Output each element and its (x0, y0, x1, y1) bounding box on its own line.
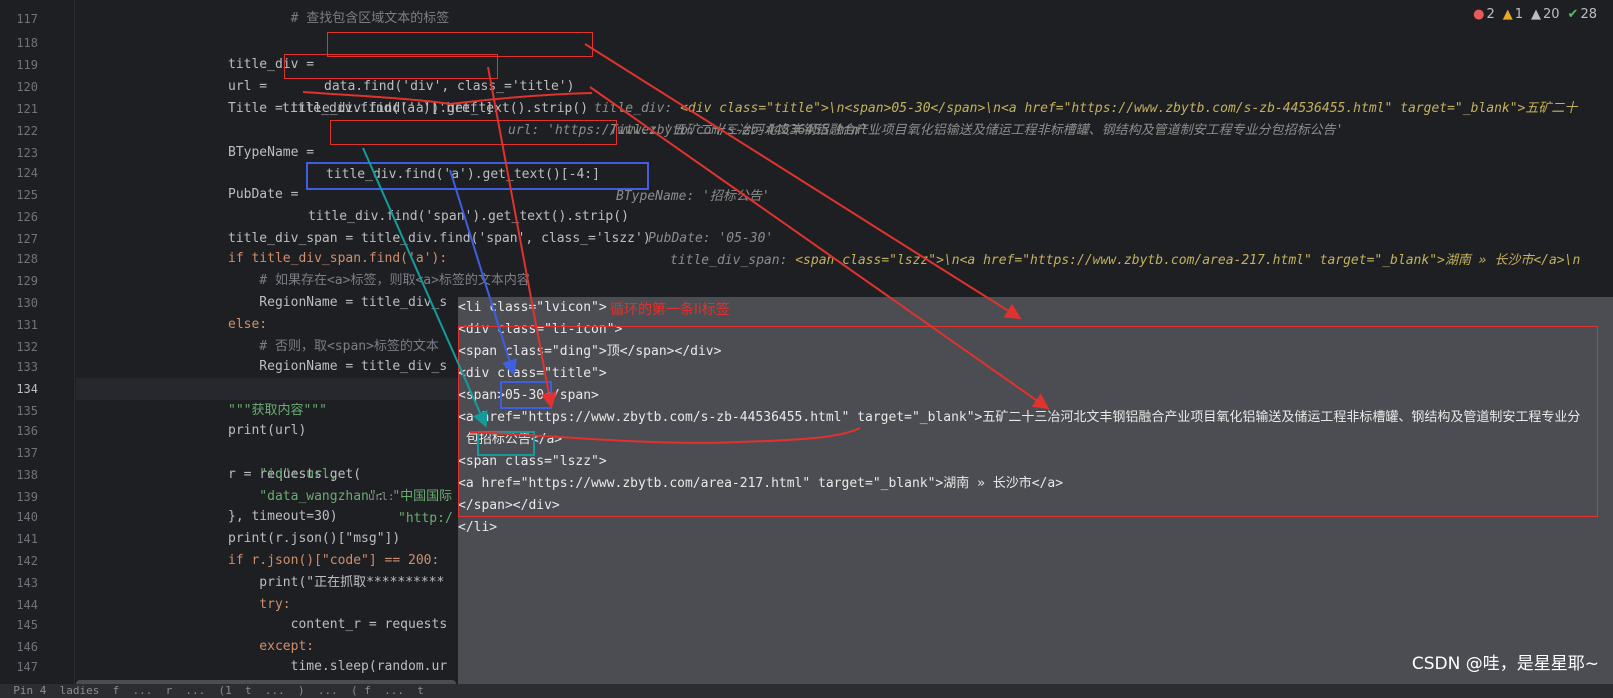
line-number: 124 (16, 166, 38, 180)
line-number: 139 (16, 490, 38, 504)
line-number: 132 (16, 340, 38, 354)
code-line: if title_div_span.find('a'): (228, 251, 448, 266)
line-number: 122 (16, 124, 38, 138)
line-number: 121 (16, 102, 38, 116)
line-number: 126 (16, 210, 38, 224)
line-number: 118 (16, 36, 38, 50)
line-number: 137 (16, 446, 38, 460)
line-number: 123 (16, 146, 38, 160)
gutter-divider (74, 0, 75, 684)
annotation-label: 循环的第一条li标签 (610, 302, 730, 318)
line-number: 133 (16, 360, 38, 374)
line-number: 120 (16, 80, 38, 94)
highlight-box-btype-text (477, 431, 535, 456)
code-line: title_div = data.find('div', class_='tit… (228, 57, 1578, 116)
line-number: 140 (16, 510, 38, 524)
status-bar: Pin 4 ladies f ... r ... (1 t ... ) ... … (0, 684, 1613, 698)
line-number: 117 (16, 12, 38, 26)
line-number: 144 (16, 598, 38, 612)
line-number: 129 (16, 274, 38, 288)
line-number: 119 (16, 58, 38, 72)
line-number: 146 (16, 640, 38, 654)
line-number: 141 (16, 532, 38, 546)
line-number: 125 (16, 188, 38, 202)
highlight-box-pubdate (306, 162, 649, 190)
line-number: 134 (16, 382, 38, 396)
watermark: CSDN @哇，是星星耶~ (1411, 654, 1599, 674)
highlight-box-url (284, 54, 498, 79)
html-line: </li> (458, 520, 498, 535)
code-line: title_div_span = title_div.find('span', … (228, 231, 1581, 268)
code-line: # 如果存在<a>标签，则取<a>标签的文本内容 (228, 273, 530, 288)
line-number: 143 (16, 576, 38, 590)
line-number: 147 (16, 660, 38, 674)
line-number-gutter: 117 118 119 120 121 122 123 124 125 126 127 128 129 1… (0, 0, 66, 684)
highlight-box-date-span (500, 381, 552, 409)
line-number: 142 (16, 554, 38, 568)
line-number: 136 (16, 424, 38, 438)
highlight-box-btypename (330, 120, 617, 145)
line-number: 130 (16, 296, 38, 310)
code-line: # 查找包含区域文本的标签 (228, 11, 450, 26)
line-number: 131 (16, 318, 38, 332)
line-number: 135 (16, 404, 38, 418)
code-line: BTypeName = title_div.find('a').get_text… (228, 145, 770, 204)
code-line: Title = title_div.find('a').get_text().s… (228, 101, 1344, 138)
line-number: 127 (16, 232, 38, 246)
line-number: 138 (16, 468, 38, 482)
line-number: 145 (16, 618, 38, 632)
line-number: 128 (16, 252, 38, 266)
highlight-box-li (458, 326, 1598, 517)
